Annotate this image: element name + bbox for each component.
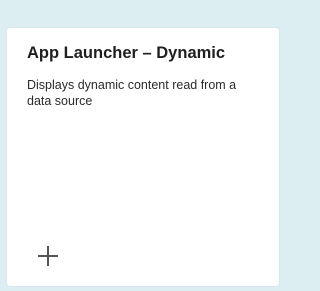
app-launcher-tile[interactable]: App Launcher – Dynamic Displays dynamic … bbox=[7, 28, 279, 286]
tile-title: App Launcher – Dynamic bbox=[27, 44, 226, 62]
plus-icon bbox=[38, 246, 58, 266]
tile-description: Displays dynamic content read from a dat… bbox=[27, 78, 237, 108]
add-button[interactable] bbox=[35, 243, 61, 269]
